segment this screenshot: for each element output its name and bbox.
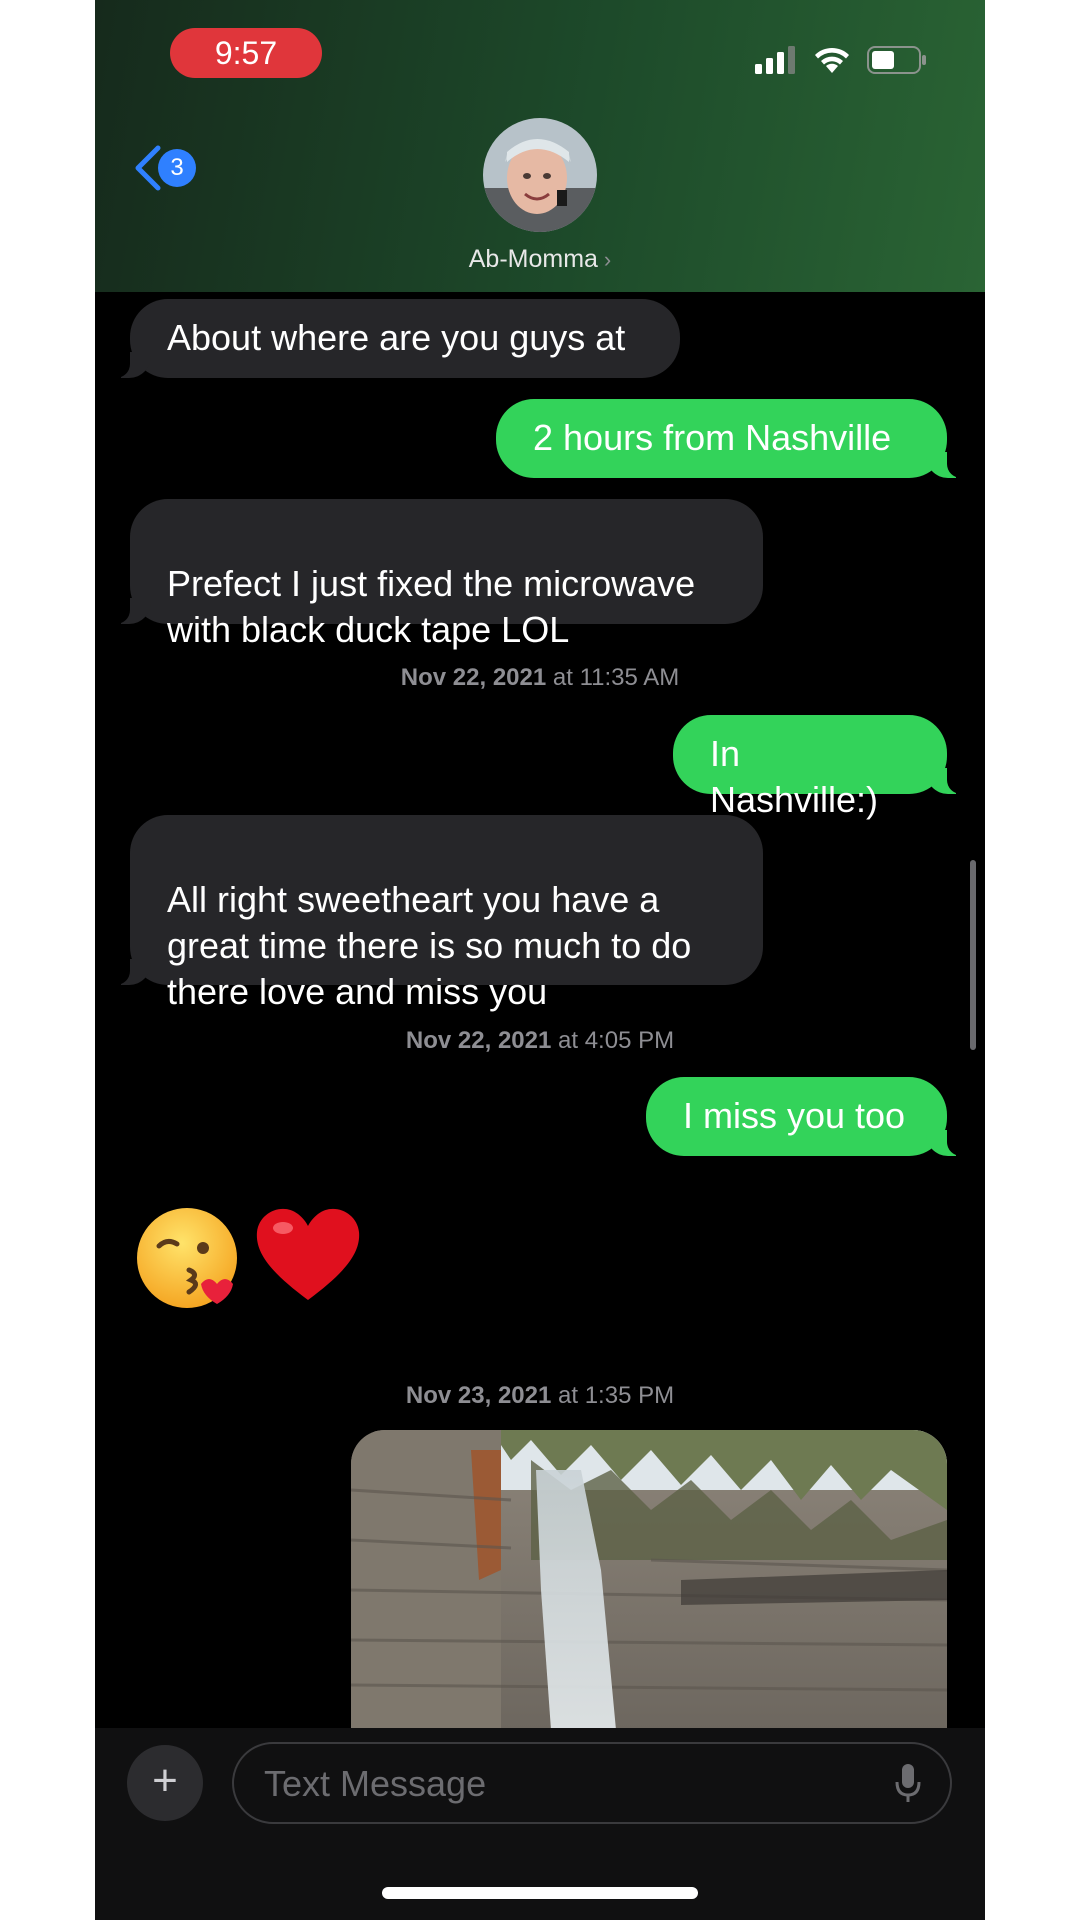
cellular-signal-icon xyxy=(755,46,795,74)
message-bubble-outgoing[interactable]: I miss you too xyxy=(646,1077,967,1156)
scrollbar[interactable] xyxy=(970,860,976,1050)
message-bubble-outgoing[interactable]: 2 hours from Nashville xyxy=(496,399,967,478)
microphone-icon[interactable] xyxy=(894,1764,922,1804)
message-input-field[interactable] xyxy=(232,1742,952,1824)
timestamp: Nov 22, 2021 at 11:35 AM xyxy=(95,664,985,692)
unread-count-badge: 3 xyxy=(158,149,196,187)
message-bubble-incoming[interactable]: All right sweetheart you have a great ti… xyxy=(110,815,763,1012)
home-indicator[interactable] xyxy=(382,1887,698,1899)
wifi-icon xyxy=(815,47,849,73)
contact-avatar[interactable] xyxy=(483,118,597,232)
timestamp-date: Nov 23, 2021 xyxy=(405,1382,552,1409)
contact-name: Ab-Momma xyxy=(468,245,598,273)
timestamp: Nov 23, 2021 at 1:35 PM xyxy=(95,1382,985,1410)
apps-plus-button[interactable]: + xyxy=(127,1745,203,1821)
message-bubble-outgoing[interactable]: In Nashville:) xyxy=(673,715,967,820)
message-text: In Nashville:) xyxy=(710,733,879,820)
message-bubble-incoming[interactable]: Prefect I just fixed the microwave with … xyxy=(110,499,763,650)
status-icons xyxy=(755,40,927,80)
kissing-face-emoji-icon xyxy=(137,1208,237,1308)
message-text: All right sweetheart you have a great ti… xyxy=(167,879,692,1012)
status-time[interactable]: 9:57 xyxy=(170,28,322,78)
messages-screen: 9:57 3 Ab-Momma › About where are you gu… xyxy=(95,0,985,1920)
timestamp: Nov 22, 2021 at 4:05 PM xyxy=(95,1027,985,1055)
battery-icon xyxy=(867,46,926,74)
message-text: Prefect I just fixed the microwave with … xyxy=(167,563,696,650)
red-heart-emoji-icon xyxy=(256,1208,360,1300)
timestamp-time: at 11:35 AM xyxy=(552,664,680,691)
timestamp-date: Nov 22, 2021 xyxy=(400,664,547,691)
waterfall-photo xyxy=(351,1430,947,1730)
back-button[interactable]: 3 xyxy=(132,145,196,191)
plus-icon: + xyxy=(152,1756,178,1805)
timestamp-time: at 1:35 PM xyxy=(558,1382,675,1409)
timestamp-date: Nov 22, 2021 xyxy=(405,1027,552,1054)
message-bubble-incoming[interactable]: About where are you guys at xyxy=(110,299,680,378)
conversation-header: 9:57 3 Ab-Momma › xyxy=(95,0,985,292)
message-text: I miss you too xyxy=(683,1095,906,1136)
timestamp-time: at 4:05 PM xyxy=(558,1027,675,1054)
contact-name-button[interactable]: Ab-Momma › xyxy=(95,245,985,274)
message-text: About where are you guys at xyxy=(167,317,626,358)
message-text: 2 hours from Nashville xyxy=(533,417,892,458)
text-message-input[interactable] xyxy=(262,1744,866,1824)
emoji-message[interactable]: 😘❤️ xyxy=(135,1200,365,1320)
chevron-right-icon: › xyxy=(603,247,612,272)
photo-attachment[interactable] xyxy=(351,1430,947,1730)
